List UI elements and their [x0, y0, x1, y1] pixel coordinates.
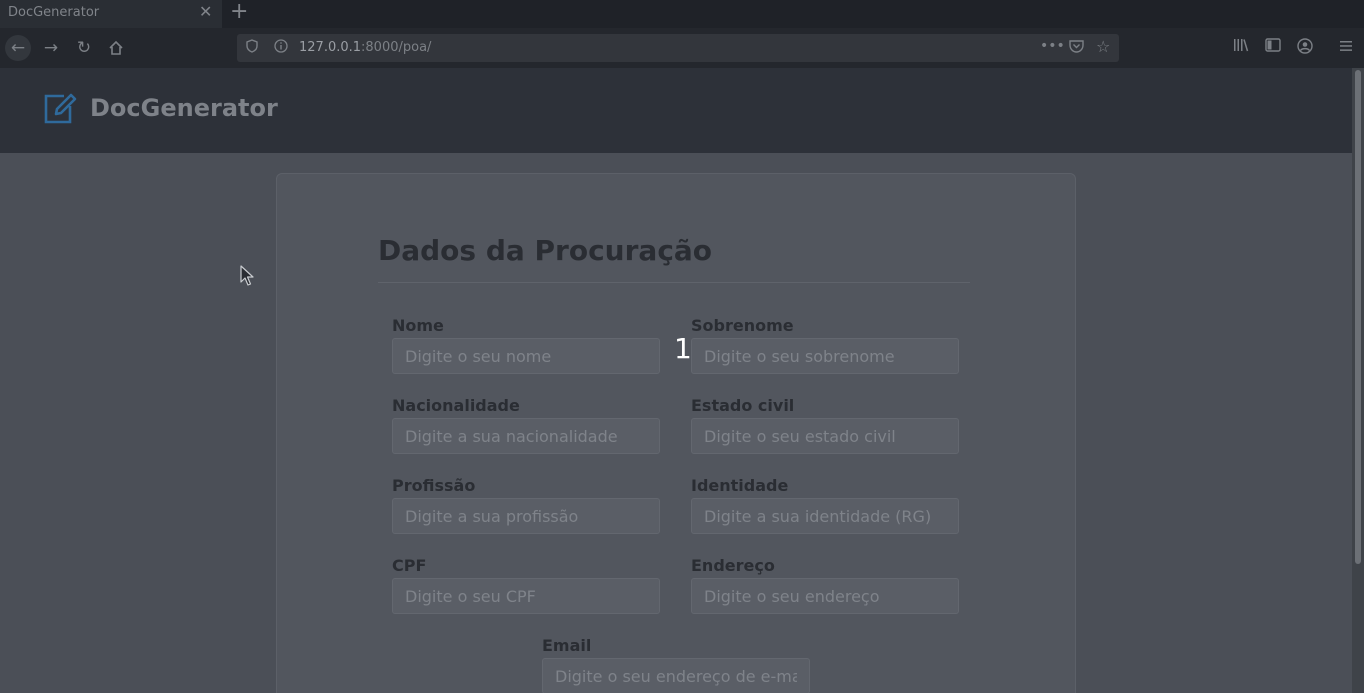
identidade-label: Identidade [691, 476, 789, 495]
sobrenome-label: Sobrenome [691, 316, 794, 335]
nacionalidade-input[interactable] [392, 418, 660, 454]
home-icon[interactable] [103, 35, 129, 61]
profissao-label: Profissão [392, 476, 476, 495]
account-icon[interactable] [1297, 38, 1313, 58]
browser-toolbar: ← → ↻ 127.0.0.1:8000/poa/ ••• ☆ [0, 28, 1364, 68]
profissao-input[interactable] [392, 498, 660, 534]
new-tab-icon[interactable]: + [230, 1, 248, 23]
estado-civil-label: Estado civil [691, 396, 795, 415]
estado-civil-input[interactable] [691, 418, 959, 454]
tab-close-icon[interactable]: ✕ [199, 3, 212, 21]
bookmark-star-icon[interactable]: ☆ [1096, 37, 1110, 56]
page-actions-icon[interactable]: ••• [1040, 38, 1065, 54]
mouse-cursor-icon [240, 265, 254, 286]
url-host: 127.0.0.1 [299, 40, 362, 55]
endereco-input[interactable] [691, 578, 959, 614]
shield-icon[interactable] [246, 39, 258, 57]
nome-input[interactable] [392, 338, 660, 374]
email-input[interactable] [542, 658, 810, 693]
cpf-label: CPF [392, 556, 427, 575]
form-card: Dados da Procuração Nome Sobrenome Nacio… [276, 173, 1076, 693]
cpf-input[interactable] [392, 578, 660, 614]
app-header: DocGenerator [0, 68, 1352, 153]
url-path: :8000/poa/ [361, 40, 432, 55]
identidade-input[interactable] [691, 498, 959, 534]
pocket-icon[interactable] [1069, 39, 1084, 57]
scrollbar-thumb[interactable] [1355, 70, 1361, 564]
forward-arrow-icon[interactable]: → [38, 35, 64, 61]
page-scrollbar[interactable] [1352, 68, 1364, 693]
site-info-icon[interactable] [274, 39, 288, 57]
menu-icon[interactable] [1339, 38, 1353, 56]
url-text: 127.0.0.1:8000/poa/ [299, 40, 431, 55]
tab-title: DocGenerator [8, 5, 100, 20]
step-number-label: 1 [674, 332, 692, 365]
sidebar-icon[interactable] [1265, 38, 1281, 56]
address-bar[interactable]: 127.0.0.1:8000/poa/ ••• ☆ [237, 34, 1119, 62]
browser-tab[interactable]: DocGenerator ✕ [0, 0, 222, 28]
endereco-label: Endereço [691, 556, 775, 575]
library-icon[interactable] [1233, 38, 1249, 56]
edit-document-icon [42, 90, 78, 126]
email-label: Email [542, 636, 592, 655]
sobrenome-input[interactable] [691, 338, 959, 374]
back-arrow-icon[interactable]: ← [5, 35, 31, 61]
reload-icon[interactable]: ↻ [71, 35, 97, 61]
title-divider [378, 282, 970, 283]
browser-tab-bar: DocGenerator ✕ + [0, 0, 1364, 28]
brand-name[interactable]: DocGenerator [90, 94, 278, 122]
page-title: Dados da Procuração [378, 234, 713, 267]
nome-label: Nome [392, 316, 444, 335]
nacionalidade-label: Nacionalidade [392, 396, 520, 415]
